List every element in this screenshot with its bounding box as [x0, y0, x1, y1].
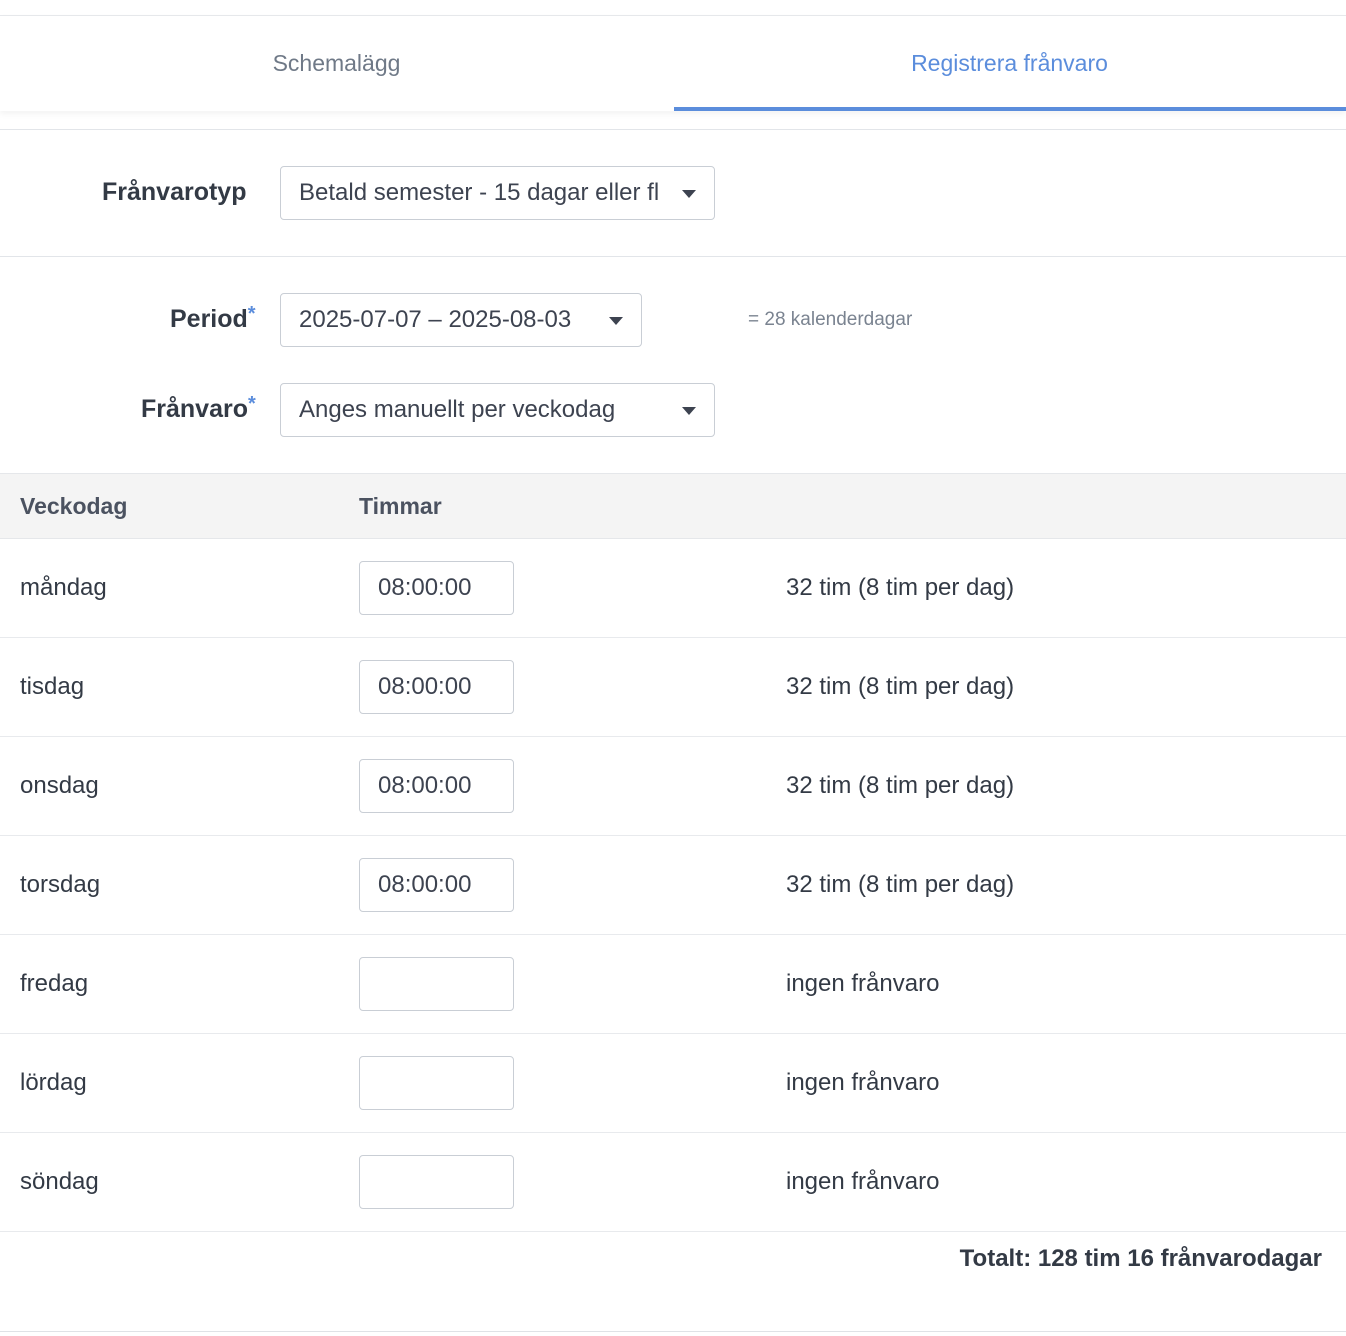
weekday-label: lördag	[20, 1069, 87, 1096]
hours-input[interactable]	[359, 759, 514, 813]
row-summary: 32 tim (8 tim per dag)	[786, 772, 1015, 799]
table-row: onsdag 32 tim (8 tim per dag)	[0, 737, 1346, 836]
section-divider	[0, 256, 1346, 257]
absence-type-select[interactable]: Betald semester - 15 dagar eller fl	[280, 166, 715, 220]
weekday-label: måndag	[20, 574, 107, 601]
table-row: lördag ingen frånvaro	[0, 1034, 1346, 1133]
hours-input[interactable]	[359, 1056, 514, 1110]
period-select[interactable]: 2025-07-07 – 2025-08-03	[280, 293, 642, 347]
absence-type-label: Frånvarotyp	[102, 178, 247, 206]
weekday-label: torsdag	[20, 871, 101, 898]
table-row: fredag ingen frånvaro	[0, 935, 1346, 1034]
total-summary: Totalt: 128 tim 16 frånvarodagar	[959, 1245, 1322, 1272]
caret-down-icon	[682, 407, 696, 415]
required-mark: *	[247, 393, 256, 415]
table-header: Veckodag Timmar	[0, 473, 1346, 539]
section-divider	[0, 129, 1346, 130]
absence-type-value: Betald semester - 15 dagar eller fl	[299, 179, 660, 206]
hours-input[interactable]	[359, 561, 514, 615]
hours-input[interactable]	[359, 660, 514, 714]
row-summary: 32 tim (8 tim per dag)	[786, 574, 1015, 601]
hours-input[interactable]	[359, 1155, 514, 1209]
hours-input[interactable]	[359, 957, 514, 1011]
column-header-weekday: Veckodag	[20, 492, 128, 519]
row-summary: 32 tim (8 tim per dag)	[786, 673, 1015, 700]
caret-down-icon	[609, 317, 623, 325]
caret-down-icon	[682, 190, 696, 198]
absence-mode-select[interactable]: Anges manuellt per veckodag	[280, 383, 715, 437]
row-summary: ingen frånvaro	[786, 1069, 940, 1096]
row-summary: ingen frånvaro	[786, 1168, 940, 1195]
table-row: tisdag 32 tim (8 tim per dag)	[0, 638, 1346, 737]
table-row: torsdag 32 tim (8 tim per dag)	[0, 836, 1346, 935]
row-summary: 32 tim (8 tim per dag)	[786, 871, 1015, 898]
absence-label: Frånvaro*	[141, 393, 256, 423]
tab-register-absence[interactable]: Registrera frånvaro	[673, 16, 1346, 111]
bottom-divider	[0, 1331, 1346, 1332]
weekday-label: söndag	[20, 1168, 99, 1195]
table-row: måndag 32 tim (8 tim per dag)	[0, 539, 1346, 638]
table-row: söndag ingen frånvaro	[0, 1133, 1346, 1232]
period-value: 2025-07-07 – 2025-08-03	[299, 306, 572, 333]
tab-bar: Schemalägg Registrera frånvaro	[0, 16, 1346, 111]
weekday-label: tisdag	[20, 673, 85, 700]
period-label: Period*	[170, 303, 256, 333]
column-header-hours: Timmar	[359, 492, 442, 519]
row-summary: ingen frånvaro	[786, 970, 940, 997]
weekday-label: onsdag	[20, 772, 99, 799]
hours-input[interactable]	[359, 858, 514, 912]
absence-mode-value: Anges manuellt per veckodag	[299, 396, 616, 423]
weekday-label: fredag	[20, 970, 89, 997]
required-mark: *	[247, 303, 256, 325]
tab-schedule[interactable]: Schemalägg	[0, 16, 673, 111]
calendar-days-hint: = 28 kalenderdagar	[748, 309, 913, 330]
